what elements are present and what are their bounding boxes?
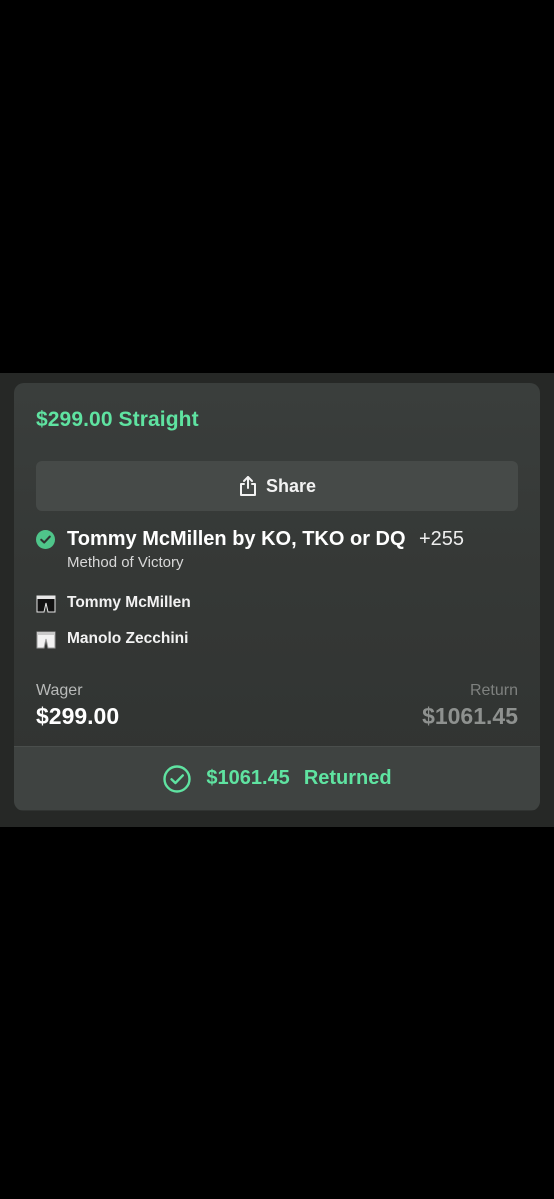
result-amount: $1061.45 — [206, 767, 290, 789]
check-circle-icon — [36, 530, 55, 549]
check-circle-outline-icon — [163, 764, 192, 793]
market-type: Method of Victory — [67, 554, 184, 571]
selection-row: Tommy McMillen by KO, TKO or DQ +255 Met… — [36, 528, 518, 578]
fighter-name: Manolo Zecchini — [67, 630, 189, 647]
return-label: Return — [469, 682, 518, 699]
result-status: Returned — [303, 767, 392, 789]
share-icon — [238, 475, 258, 497]
selection-odds: +255 — [419, 528, 465, 550]
share-label: Share — [265, 475, 317, 496]
bet-card: $299.00 Straight Share Tommy McMillen by… — [14, 383, 540, 811]
result-banner: $1061.45 Returned — [14, 746, 540, 810]
fighter-row: Tommy McMillen — [36, 593, 336, 615]
selection-name: Tommy McMillen by KO, TKO or DQ — [67, 528, 406, 550]
black-trunks-icon — [36, 595, 56, 613]
bet-title: $299.00 Straight — [36, 408, 199, 431]
wager-label: Wager — [36, 682, 83, 699]
fighter-row: Manolo Zecchini — [36, 629, 336, 651]
share-button[interactable]: Share — [36, 461, 518, 511]
return-value: $1061.45 — [422, 703, 518, 729]
white-trunks-icon — [36, 631, 56, 649]
fighter-name: Tommy McMillen — [67, 594, 191, 611]
wager-value: $299.00 — [36, 703, 120, 729]
